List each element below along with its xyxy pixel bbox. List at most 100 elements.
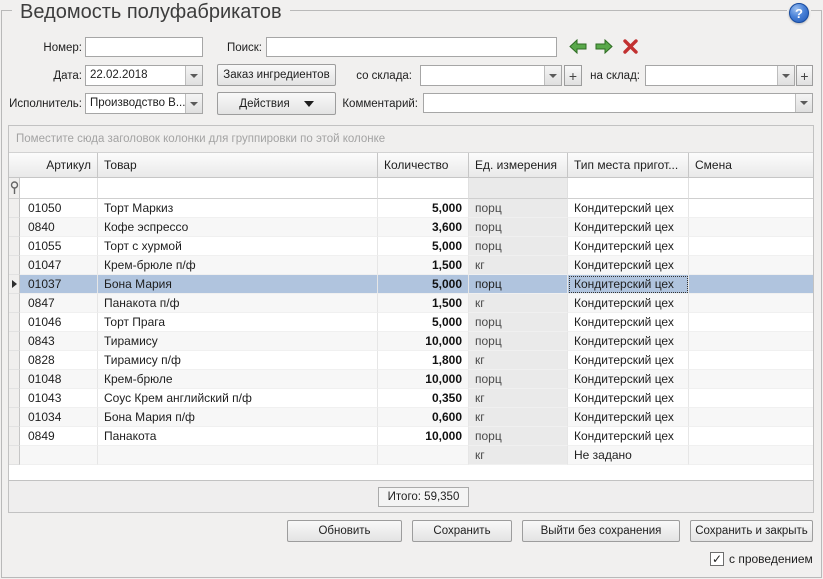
cell-article[interactable]: 01048 — [20, 370, 98, 389]
cell-article[interactable] — [20, 446, 98, 465]
cell-product[interactable]: Крем-брюле — [98, 370, 378, 389]
add-to-store-button[interactable]: + — [796, 65, 813, 86]
to-store-dropdown-button[interactable] — [777, 66, 794, 85]
cell-unit[interactable]: порц — [469, 370, 568, 389]
table-row[interactable]: 0843Тирамису10,000порцКондитерский цех — [9, 332, 813, 351]
table-row[interactable]: 0840Кофе эспрессо3,600порцКондитерский ц… — [9, 218, 813, 237]
cell-unit[interactable]: порц — [469, 199, 568, 218]
cell-quantity[interactable]: 5,000 — [378, 275, 469, 294]
cell-article[interactable]: 01043 — [20, 389, 98, 408]
help-icon[interactable]: ? — [789, 3, 809, 23]
cell-article[interactable]: 01050 — [20, 199, 98, 218]
filter-cell-unit[interactable] — [469, 178, 568, 199]
cell-product[interactable]: Торт Прага — [98, 313, 378, 332]
cell-quantity[interactable]: 10,000 — [378, 370, 469, 389]
executor-combo[interactable]: Производство В... — [85, 93, 203, 114]
cell-shift[interactable] — [689, 408, 813, 427]
refresh-button[interactable]: Обновить — [287, 520, 402, 542]
cell-unit[interactable]: порц — [469, 275, 568, 294]
cell-place-type[interactable]: Кондитерский цех — [568, 275, 689, 294]
cell-article[interactable]: 01047 — [20, 256, 98, 275]
filter-cell-shift[interactable] — [689, 178, 813, 199]
cell-shift[interactable] — [689, 313, 813, 332]
cell-unit[interactable]: кг — [469, 351, 568, 370]
cell-place-type[interactable]: Кондитерский цех — [568, 237, 689, 256]
cell-article[interactable]: 01037 — [20, 275, 98, 294]
cell-unit[interactable]: порц — [469, 218, 568, 237]
actions-button[interactable]: Действия — [217, 92, 336, 115]
to-store-combo[interactable] — [645, 65, 795, 86]
cell-article[interactable]: 01034 — [20, 408, 98, 427]
column-header-shift[interactable]: Смена — [689, 153, 813, 178]
table-row[interactable]: 01043Соус Крем английский п/ф0,350кгКонд… — [9, 389, 813, 408]
cell-quantity[interactable] — [378, 446, 469, 465]
cell-article[interactable]: 01055 — [20, 237, 98, 256]
from-store-combo[interactable] — [420, 65, 562, 86]
cell-product[interactable]: Панакота п/ф — [98, 294, 378, 313]
cell-article[interactable]: 01046 — [20, 313, 98, 332]
cell-product[interactable]: Крем-брюле п/ф — [98, 256, 378, 275]
cell-shift[interactable] — [689, 294, 813, 313]
table-row[interactable]: 01034Бона Мария п/ф0,600кгКондитерский ц… — [9, 408, 813, 427]
cell-quantity[interactable]: 0,600 — [378, 408, 469, 427]
table-row[interactable]: 01055Торт с хурмой5,000порцКондитерский … — [9, 237, 813, 256]
cell-place-type[interactable]: Кондитерский цех — [568, 408, 689, 427]
cell-article[interactable]: 0847 — [20, 294, 98, 313]
cell-quantity[interactable]: 1,500 — [378, 294, 469, 313]
cell-shift[interactable] — [689, 370, 813, 389]
cell-place-type[interactable]: Кондитерский цех — [568, 294, 689, 313]
table-row[interactable]: 0828Тирамису п/ф1,800кгКондитерский цех — [9, 351, 813, 370]
cell-unit[interactable]: кг — [469, 446, 568, 465]
cell-quantity[interactable]: 3,600 — [378, 218, 469, 237]
cell-article[interactable]: 0849 — [20, 427, 98, 446]
cell-unit[interactable]: порц — [469, 237, 568, 256]
date-dropdown-button[interactable] — [185, 66, 202, 85]
cell-unit[interactable]: кг — [469, 408, 568, 427]
cell-place-type[interactable]: Кондитерский цех — [568, 351, 689, 370]
table-row[interactable]: 01046Торт Прага5,000порцКондитерский цех — [9, 313, 813, 332]
search-clear-icon[interactable] — [623, 39, 638, 54]
filter-cell-article[interactable] — [20, 178, 98, 199]
cell-product[interactable]: Бона Мария — [98, 275, 378, 294]
cell-shift[interactable] — [689, 427, 813, 446]
filter-cell-product[interactable] — [98, 178, 378, 199]
cell-shift[interactable] — [689, 218, 813, 237]
cell-unit[interactable]: порц — [469, 313, 568, 332]
search-next-icon[interactable] — [595, 39, 613, 54]
cell-product[interactable]: Бона Мария п/ф — [98, 408, 378, 427]
cell-product[interactable]: Тирамису п/ф — [98, 351, 378, 370]
filter-cell-place-type[interactable] — [568, 178, 689, 199]
cell-quantity[interactable]: 1,800 — [378, 351, 469, 370]
cell-unit[interactable]: порц — [469, 427, 568, 446]
cell-quantity[interactable]: 5,000 — [378, 237, 469, 256]
cell-quantity[interactable]: 0,350 — [378, 389, 469, 408]
cell-place-type[interactable]: Кондитерский цех — [568, 332, 689, 351]
cell-quantity[interactable]: 1,500 — [378, 256, 469, 275]
from-store-dropdown-button[interactable] — [544, 66, 561, 85]
table-row[interactable]: 01048Крем-брюле10,000порцКондитерский це… — [9, 370, 813, 389]
cell-place-type[interactable]: Кондитерский цех — [568, 370, 689, 389]
cell-product[interactable] — [98, 446, 378, 465]
column-header-article[interactable]: Артикул — [20, 153, 98, 178]
table-row[interactable]: 01047Крем-брюле п/ф1,500кгКондитерский ц… — [9, 256, 813, 275]
post-checkbox[interactable]: ✓ — [710, 552, 724, 566]
column-header-product[interactable]: Товар — [98, 153, 378, 178]
cell-product[interactable]: Торт Маркиз — [98, 199, 378, 218]
cell-product[interactable]: Кофе эспрессо — [98, 218, 378, 237]
exit-without-saving-button[interactable]: Выйти без сохранения — [522, 520, 680, 542]
number-input[interactable] — [85, 37, 203, 57]
cell-quantity[interactable]: 10,000 — [378, 332, 469, 351]
cell-place-type[interactable]: Кондитерский цех — [568, 313, 689, 332]
cell-product[interactable]: Соус Крем английский п/ф — [98, 389, 378, 408]
cell-quantity[interactable]: 5,000 — [378, 199, 469, 218]
comment-dropdown-button[interactable] — [795, 94, 812, 112]
cell-place-type[interactable]: Кондитерский цех — [568, 389, 689, 408]
cell-quantity[interactable]: 5,000 — [378, 313, 469, 332]
executor-dropdown-button[interactable] — [185, 94, 202, 113]
cell-place-type[interactable]: Кондитерский цех — [568, 199, 689, 218]
group-by-panel[interactable]: Поместите сюда заголовок колонки для гру… — [9, 126, 813, 153]
save-and-close-button[interactable]: Сохранить и закрыть — [690, 520, 813, 542]
comment-combo[interactable] — [423, 93, 813, 113]
cell-shift[interactable] — [689, 332, 813, 351]
cell-article[interactable]: 0843 — [20, 332, 98, 351]
